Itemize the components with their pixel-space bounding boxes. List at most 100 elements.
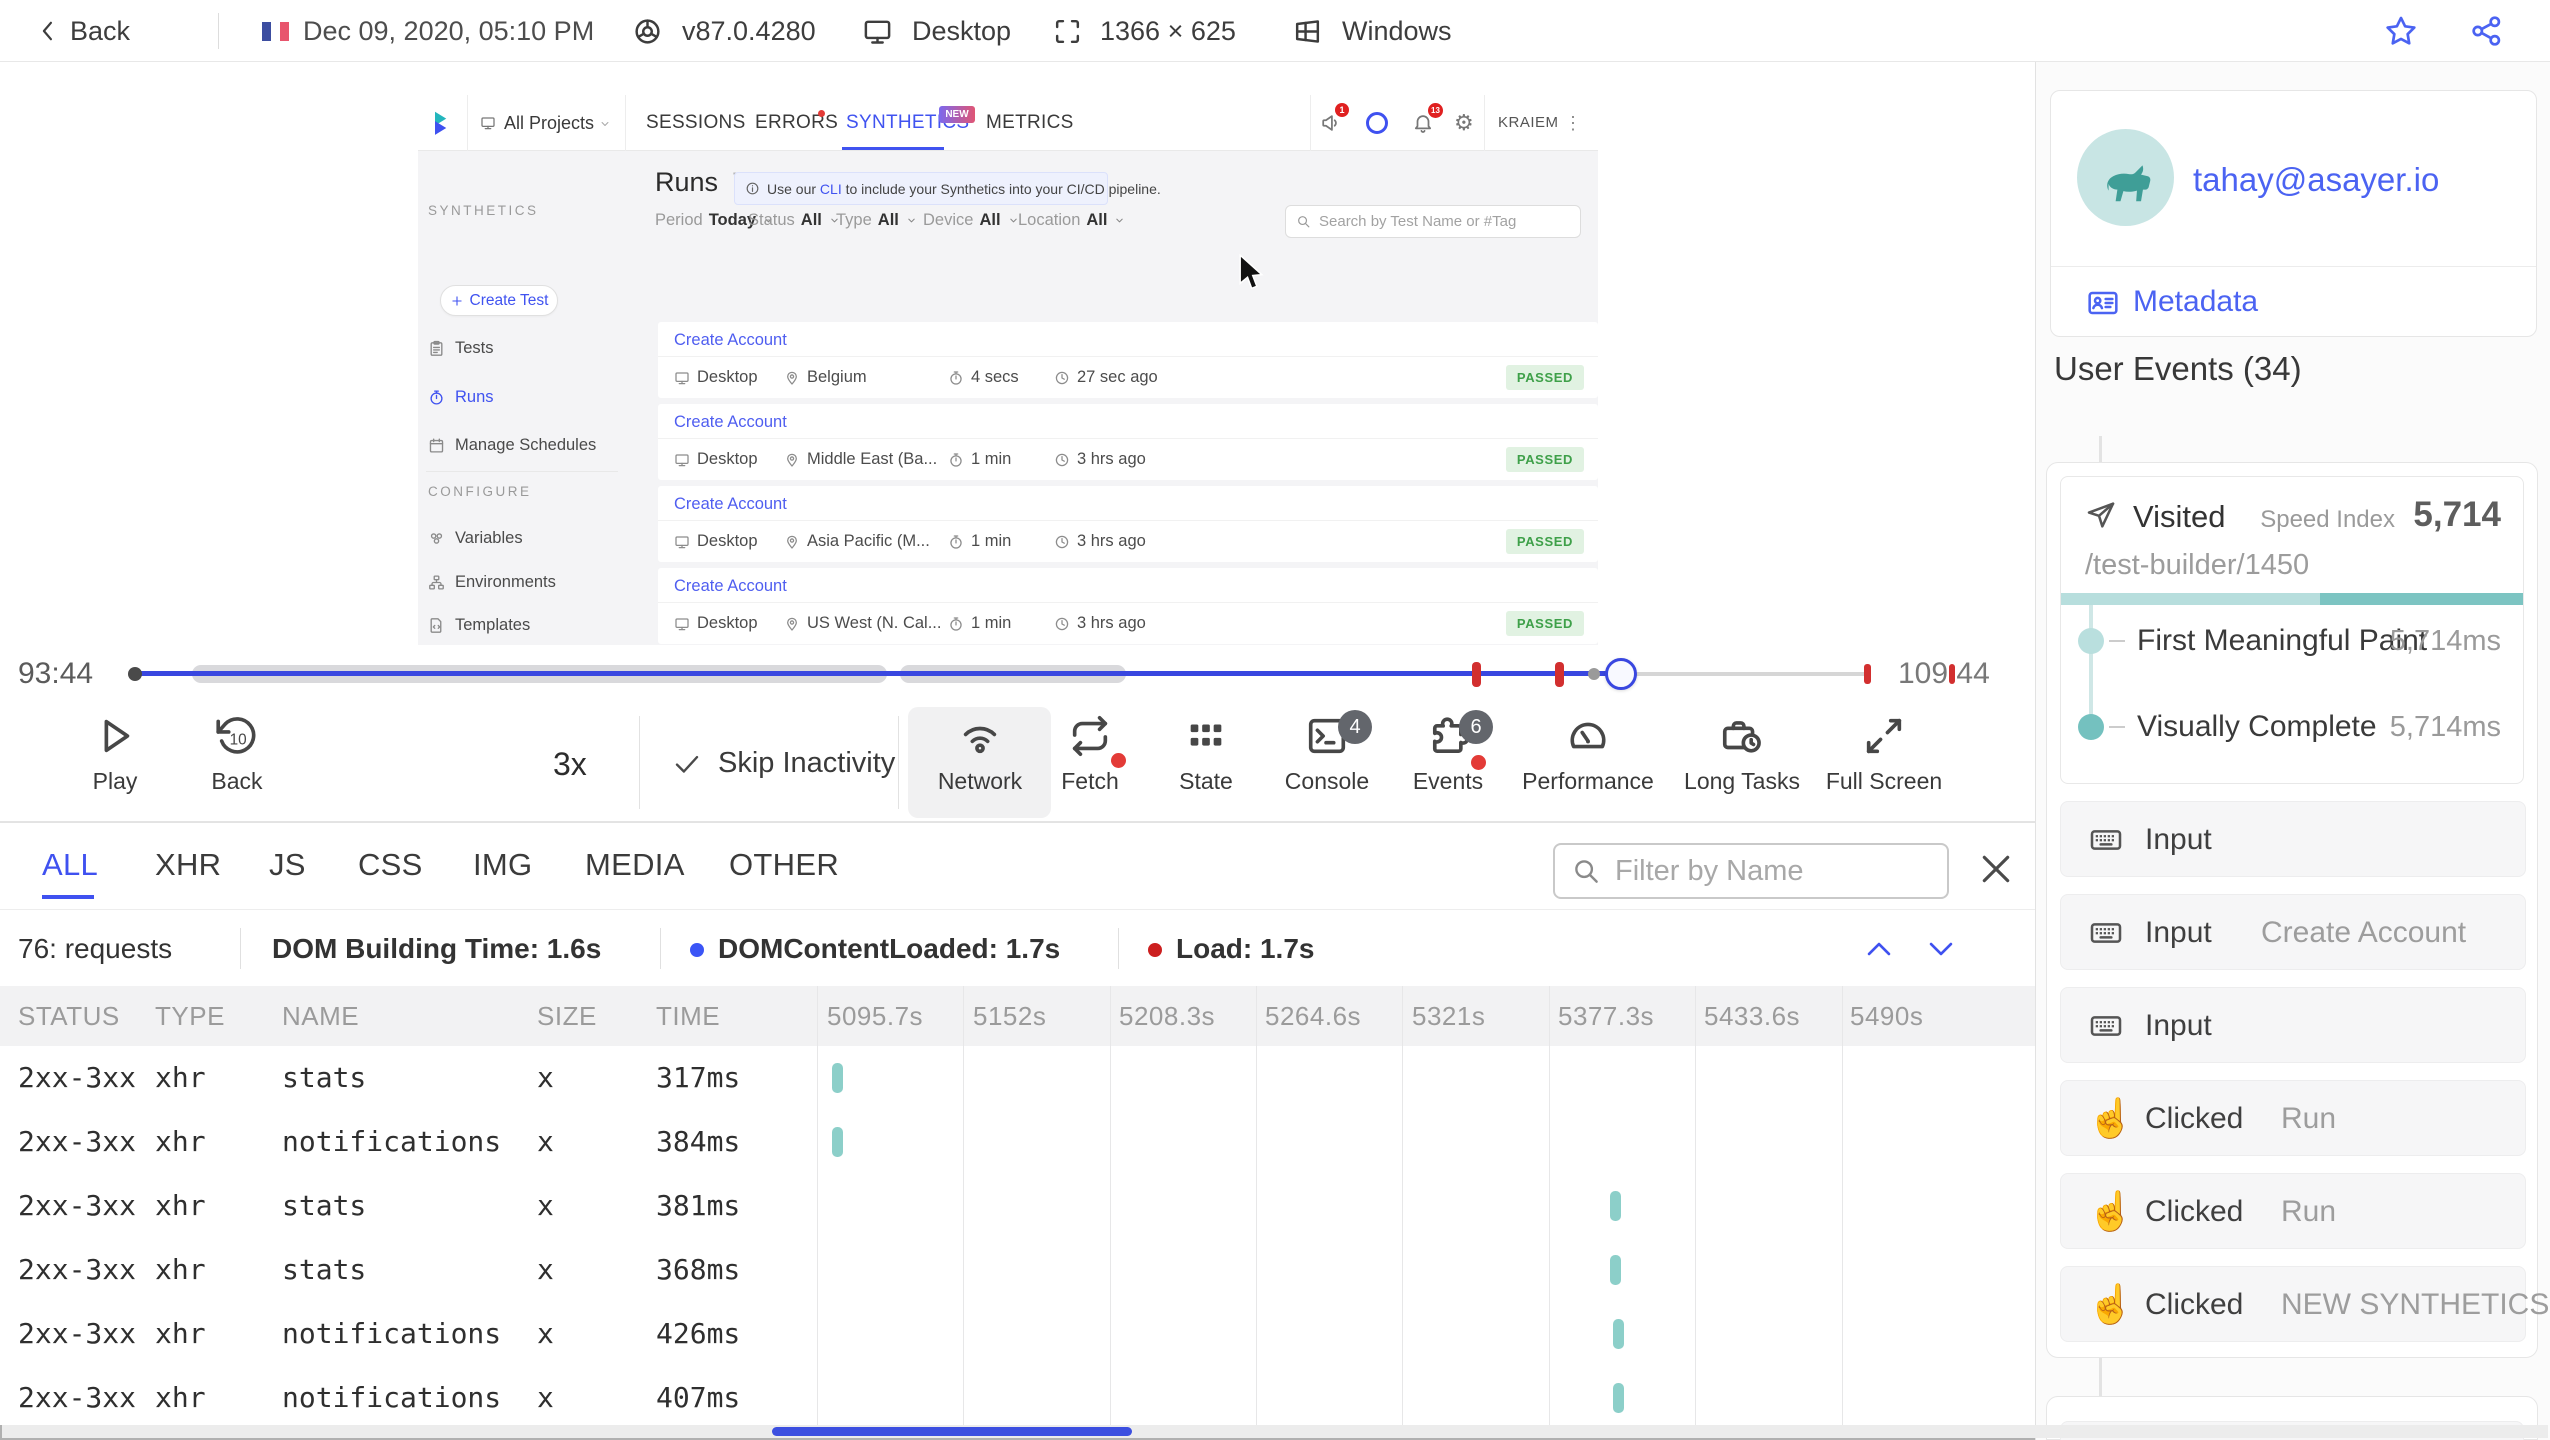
net-tab-media[interactable]: MEDIA	[585, 823, 685, 907]
event-item-clicked[interactable]: ☝ Clicked Run	[2060, 1080, 2526, 1156]
run-card[interactable]: Create Account Desktop Middle East (Ba..…	[658, 404, 1598, 480]
user-menu[interactable]: KRAIEM	[1498, 95, 1559, 151]
back-chevron-icon[interactable]	[34, 17, 62, 45]
net-tab-css[interactable]: CSS	[358, 823, 423, 907]
tab-metrics[interactable]: METRICS	[986, 95, 1074, 151]
playhead-handle[interactable]	[1605, 658, 1637, 690]
fmp-dot	[2078, 628, 2104, 654]
event-item-clicked[interactable]: ☝ Clicked NEW SYNTHETICS	[2060, 1266, 2549, 1342]
table-row[interactable]: 2xx-3xx xhr stats x 381ms	[0, 1174, 2035, 1238]
horizontal-scrollbar[interactable]	[2, 1425, 2548, 1438]
col-t4: 5321s	[1412, 1001, 1486, 1031]
gauge-icon	[1565, 713, 1611, 759]
pointer-hand-icon: ☝	[2087, 1098, 2135, 1140]
table-row[interactable]: 2xx-3xx xhr notifications x 384ms	[0, 1110, 2035, 1174]
search-icon	[1296, 214, 1311, 229]
scrollbar-thumb[interactable]	[772, 1427, 1132, 1436]
event-item-input[interactable]: Input	[2060, 801, 2526, 877]
stopwatch-icon	[948, 452, 964, 468]
sidebar-item-templates[interactable]: Templates	[428, 614, 530, 636]
full-screen-button[interactable]: Full Screen	[1809, 713, 1959, 795]
more-menu-icon[interactable]: ⋮	[1564, 95, 1582, 151]
col-status: STATUS	[18, 1001, 120, 1031]
timeline-progress	[135, 671, 1621, 676]
run-test-name[interactable]: Create Account	[674, 568, 787, 602]
playback-speed-button[interactable]: 3x	[553, 746, 587, 783]
clock-icon	[1054, 452, 1070, 468]
filter-device[interactable]: Device All	[923, 211, 1020, 230]
create-test-button[interactable]: Create Test	[440, 285, 558, 316]
project-selector[interactable]: All Projects	[504, 95, 594, 151]
net-tab-js[interactable]: JS	[269, 823, 306, 907]
visited-event-card[interactable]: Visited Speed Index 5,714 /test-builder/…	[2060, 476, 2524, 784]
back-button[interactable]: Back	[70, 0, 130, 62]
filter-type[interactable]: Type All	[836, 211, 918, 230]
net-tab-xhr[interactable]: XHR	[155, 823, 221, 907]
favorite-star-icon[interactable]	[2384, 14, 2418, 48]
gear-icon[interactable]: ⚙	[1454, 110, 1474, 136]
sidebar-item-variables[interactable]: Variables	[428, 527, 523, 549]
screen-resolution: 1366 × 625	[1100, 16, 1236, 46]
sidebar-item-manage-schedules[interactable]: Manage Schedules	[428, 434, 596, 456]
sidebar-item-environments[interactable]: Environments	[428, 571, 556, 593]
event-item-input[interactable]: Input Create Account	[2060, 894, 2526, 970]
error-marker[interactable]	[1555, 662, 1564, 687]
table-row[interactable]: 2xx-3xx xhr stats x 317ms	[0, 1046, 2035, 1110]
grid-icon	[1183, 713, 1229, 759]
event-item-clicked[interactable]: ☝ Clicked Run	[2060, 1173, 2526, 1249]
animal-avatar-icon	[2095, 147, 2157, 209]
project-icon	[480, 115, 496, 131]
cli-link[interactable]: CLI	[820, 181, 842, 197]
fetch-alert-dot	[1111, 753, 1126, 768]
event-dot	[1588, 668, 1600, 680]
playback-timeline[interactable]: 93:44 109:44	[0, 645, 2035, 703]
table-row[interactable]: 2xx-3xx xhr notifications x 426ms	[0, 1302, 2035, 1366]
run-test-name[interactable]: Create Account	[674, 404, 787, 438]
wifi-icon	[957, 713, 1003, 759]
filter-location[interactable]: Location All	[1018, 211, 1126, 230]
run-card[interactable]: Create Account Desktop Belgium 4 secs 27…	[658, 322, 1598, 398]
run-test-name[interactable]: Create Account	[674, 322, 787, 356]
rewind-10-icon	[214, 713, 260, 759]
tab-errors[interactable]: ERRORS	[755, 95, 838, 151]
monitor-icon	[674, 534, 690, 550]
long-tasks-panel-button[interactable]: Long Tasks	[1667, 713, 1817, 795]
metric-row: Visually Complete 5,714ms	[2061, 707, 2523, 747]
sidebar-item-tests[interactable]: Tests	[428, 337, 494, 359]
back-10s-button[interactable]: Back	[162, 713, 312, 795]
close-panel-icon[interactable]	[1976, 849, 2016, 889]
error-marker[interactable]	[1472, 662, 1481, 687]
sidebar-item-runs[interactable]: Runs	[428, 386, 494, 408]
divider	[898, 716, 899, 809]
events-panel-button[interactable]: Events 6	[1373, 710, 1523, 795]
app-search-box[interactable]	[1285, 205, 1581, 238]
keyboard-icon	[2085, 917, 2127, 949]
app-search-input[interactable]	[1319, 213, 1570, 230]
load-time: Load: 1.7s	[1176, 933, 1315, 964]
share-icon[interactable]	[2470, 14, 2504, 48]
network-filter-box[interactable]	[1553, 843, 1949, 899]
run-card[interactable]: Create Account Desktop US West (N. Cal..…	[658, 568, 1598, 644]
filter-status[interactable]: Status All	[748, 211, 841, 230]
table-row[interactable]: 2xx-3xx xhr stats x 368ms	[0, 1238, 2035, 1302]
tab-sessions[interactable]: SESSIONS	[646, 95, 746, 151]
tab-synthetics[interactable]: SYNTHETICS	[846, 95, 969, 151]
net-tab-other[interactable]: OTHER	[729, 823, 839, 907]
performance-panel-button[interactable]: Performance	[1513, 713, 1663, 795]
network-summary-bar: 76: requests DOM Building Time: 1.6s DOM…	[0, 909, 2035, 986]
col-type: TYPE	[155, 1001, 225, 1031]
net-tab-img[interactable]: IMG	[473, 823, 532, 907]
app-logo-icon[interactable]	[430, 108, 460, 138]
network-filter-input[interactable]	[1615, 854, 1931, 888]
divider	[639, 716, 640, 809]
run-test-name[interactable]: Create Account	[674, 486, 787, 520]
run-card[interactable]: Create Account Desktop Asia Pacific (M..…	[658, 486, 1598, 562]
user-events-group: Visited Speed Index 5,714 /test-builder/…	[2046, 462, 2549, 1358]
metadata-button[interactable]: Metadata	[2051, 267, 2536, 337]
chevron-down-icon[interactable]	[598, 117, 612, 131]
jump-next-icon[interactable]	[1924, 932, 1958, 966]
table-row[interactable]: 2xx-3xx xhr notifications x 407ms	[0, 1366, 2035, 1425]
skip-inactivity-toggle[interactable]: Skip Inactivity	[672, 747, 895, 780]
jump-previous-icon[interactable]	[1862, 932, 1896, 966]
event-item-input[interactable]: Input	[2060, 987, 2526, 1063]
